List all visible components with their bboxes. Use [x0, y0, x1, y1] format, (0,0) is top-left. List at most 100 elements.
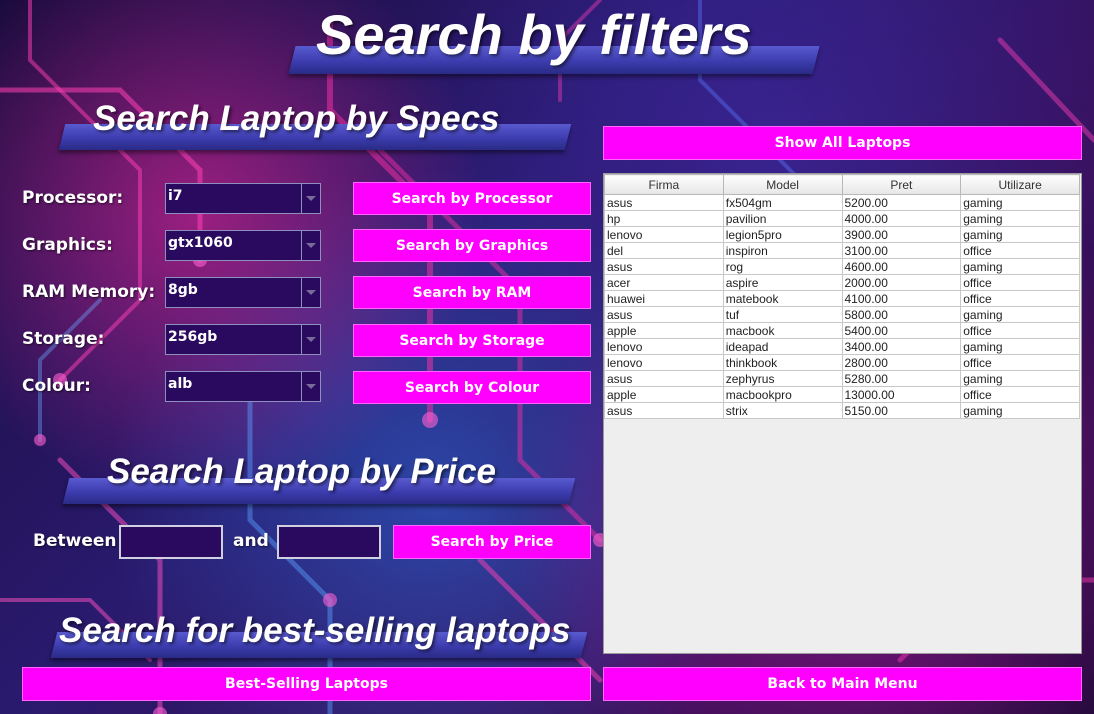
chevron-down-icon[interactable] — [301, 184, 320, 213]
page-title: Search by filters — [316, 3, 752, 66]
colour-dropdown[interactable]: alb — [165, 371, 321, 402]
graphics-label: Graphics: — [22, 235, 113, 255]
table-row[interactable]: lenovo ideapad 3400.00 gaming — [604, 338, 1080, 355]
table-row[interactable]: apple macbookpro 13000.00 office — [604, 386, 1080, 403]
table-row[interactable]: del inspiron 3100.00 office — [604, 242, 1080, 259]
table-row[interactable]: asus strix 5150.00 gaming — [604, 402, 1080, 419]
cell-firma: del — [604, 242, 724, 259]
cell-pret: 2800.00 — [841, 354, 962, 371]
cell-utilizare: gaming — [960, 306, 1080, 323]
cell-utilizare: gaming — [960, 370, 1080, 387]
cell-utilizare: gaming — [960, 210, 1080, 227]
table-row[interactable]: lenovo thinkbook 2800.00 office — [604, 354, 1080, 371]
processor-dropdown[interactable]: i7 — [165, 183, 321, 214]
cell-model: zephyrus — [722, 370, 843, 387]
cell-pret: 5280.00 — [841, 370, 962, 387]
max-price-input[interactable] — [277, 525, 381, 559]
cell-pret: 4100.00 — [841, 290, 962, 307]
cell-model: inspiron — [722, 242, 843, 259]
cell-firma: asus — [604, 194, 724, 211]
column-header-model[interactable]: Model — [722, 174, 843, 195]
processor-label: Processor: — [22, 188, 124, 208]
cell-utilizare: gaming — [960, 338, 1080, 355]
show-all-laptops-button[interactable]: Show All Laptops — [603, 126, 1082, 160]
table-row[interactable]: asus fx504gm 5200.00 gaming — [604, 194, 1080, 211]
table-header-row: Firma Model Pret Utilizare — [604, 174, 1080, 195]
cell-firma: asus — [604, 370, 724, 387]
cell-firma: apple — [604, 322, 724, 339]
column-header-firma[interactable]: Firma — [604, 174, 724, 195]
cell-pret: 4000.00 — [841, 210, 962, 227]
search-by-colour-button[interactable]: Search by Colour — [353, 371, 591, 404]
cell-utilizare: gaming — [960, 402, 1080, 419]
cell-model: matebook — [722, 290, 843, 307]
storage-label: Storage: — [22, 329, 105, 349]
cell-model: ideapad — [722, 338, 843, 355]
ram-dropdown[interactable]: 8gb — [165, 277, 321, 308]
cell-utilizare: office — [960, 386, 1080, 403]
between-label: Between — [33, 531, 117, 551]
search-by-processor-button[interactable]: Search by Processor — [353, 182, 591, 215]
cell-model: thinkbook — [722, 354, 843, 371]
cell-utilizare: gaming — [960, 258, 1080, 275]
cell-utilizare: office — [960, 242, 1080, 259]
table-row[interactable]: asus tuf 5800.00 gaming — [604, 306, 1080, 323]
graphics-dropdown[interactable]: gtx1060 — [165, 230, 321, 261]
cell-model: tuf — [722, 306, 843, 323]
cell-pret: 5400.00 — [841, 322, 962, 339]
cell-pret: 3400.00 — [841, 338, 962, 355]
min-price-input[interactable] — [119, 525, 223, 559]
cell-model: macbook — [722, 322, 843, 339]
and-label: and — [233, 531, 269, 551]
search-by-price-button[interactable]: Search by Price — [393, 525, 591, 559]
cell-firma: asus — [604, 402, 724, 419]
cell-model: rog — [722, 258, 843, 275]
laptops-table-panel: Firma Model Pret Utilizare asus fx504gm 52… — [603, 173, 1082, 654]
table-row[interactable]: acer aspire 2000.00 office — [604, 274, 1080, 291]
cell-pret: 5150.00 — [841, 402, 962, 419]
specs-heading: Search Laptop by Specs — [93, 99, 500, 138]
ram-selected-value: 8gb — [168, 282, 198, 298]
column-header-pret[interactable]: Pret — [841, 174, 962, 195]
storage-dropdown[interactable]: 256gb — [165, 324, 321, 355]
cell-firma: asus — [604, 258, 724, 275]
table-row[interactable]: huawei matebook 4100.00 office — [604, 290, 1080, 307]
storage-selected-value: 256gb — [168, 329, 218, 345]
cell-model: pavilion — [722, 210, 843, 227]
search-by-storage-button[interactable]: Search by Storage — [353, 324, 591, 357]
column-header-utilizare[interactable]: Utilizare — [960, 174, 1080, 195]
table-row[interactable]: asus rog 4600.00 gaming — [604, 258, 1080, 275]
table-row[interactable]: apple macbook 5400.00 office — [604, 322, 1080, 339]
cell-pret: 3900.00 — [841, 226, 962, 243]
cell-utilizare: office — [960, 354, 1080, 371]
best-selling-laptops-button[interactable]: Best-Selling Laptops — [22, 667, 591, 701]
table-row[interactable]: lenovo legion5pro 3900.00 gaming — [604, 226, 1080, 243]
cell-firma: lenovo — [604, 338, 724, 355]
cell-firma: huawei — [604, 290, 724, 307]
cell-utilizare: gaming — [960, 194, 1080, 211]
chevron-down-icon[interactable] — [301, 278, 320, 307]
cell-firma: lenovo — [604, 226, 724, 243]
cell-pret: 4600.00 — [841, 258, 962, 275]
search-by-graphics-button[interactable]: Search by Graphics — [353, 229, 591, 262]
cell-model: fx504gm — [722, 194, 843, 211]
cell-firma: hp — [604, 210, 724, 227]
chevron-down-icon[interactable] — [301, 231, 320, 260]
cell-pret: 2000.00 — [841, 274, 962, 291]
colour-selected-value: alb — [168, 376, 193, 392]
chevron-down-icon[interactable] — [301, 372, 320, 401]
ram-label: RAM Memory: — [22, 282, 156, 302]
cell-utilizare: office — [960, 322, 1080, 339]
table-row[interactable]: hp pavilion 4000.00 gaming — [604, 210, 1080, 227]
chevron-down-icon[interactable] — [301, 325, 320, 354]
cell-utilizare: gaming — [960, 226, 1080, 243]
back-to-main-menu-button[interactable]: Back to Main Menu — [603, 667, 1082, 701]
table-row[interactable]: asus zephyrus 5280.00 gaming — [604, 370, 1080, 387]
search-by-ram-button[interactable]: Search by RAM — [353, 276, 591, 309]
cell-firma: asus — [604, 306, 724, 323]
cell-pret: 3100.00 — [841, 242, 962, 259]
cell-firma: lenovo — [604, 354, 724, 371]
cell-utilizare: office — [960, 290, 1080, 307]
cell-model: aspire — [722, 274, 843, 291]
bestselling-heading: Search for best-selling laptops — [59, 611, 571, 650]
